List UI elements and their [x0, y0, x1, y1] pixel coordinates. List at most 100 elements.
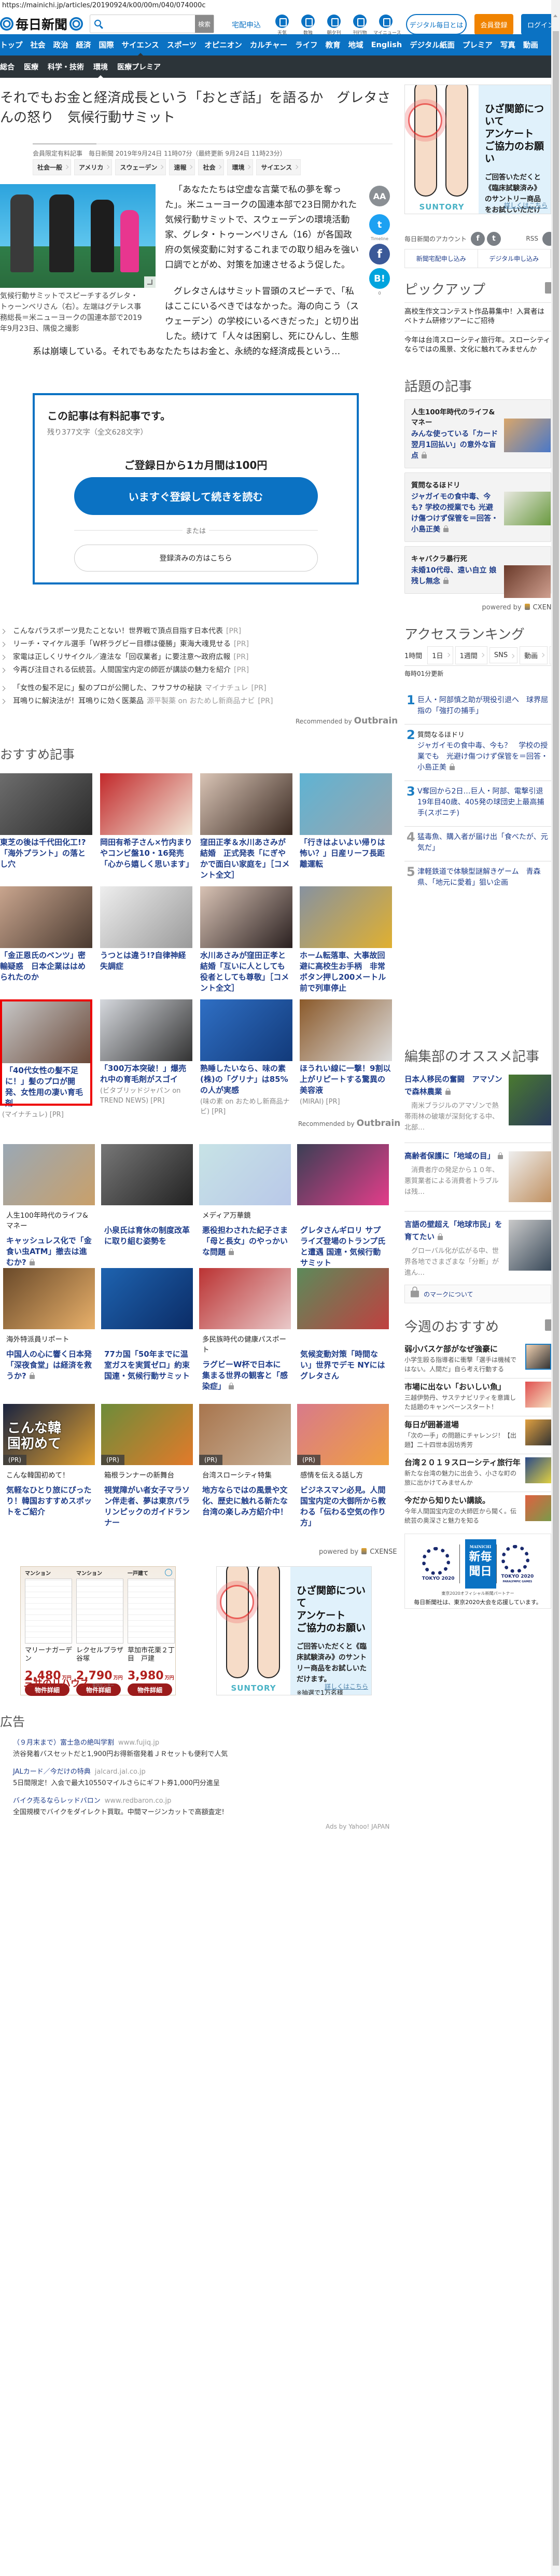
article-thumbnail[interactable]	[200, 999, 292, 1061]
digital-subscribe-button[interactable]: デジタル申し込み	[478, 249, 551, 268]
article-photo[interactable]	[0, 184, 156, 288]
weekly-item[interactable]: 今だから知りたい講談。 今年人間国宝内定の大師匠から聞く。伝統芸の奥深さと魅力を知…	[404, 1492, 551, 1529]
article-thumbnail[interactable]	[3, 1144, 95, 1205]
article-thumbnail[interactable]	[100, 999, 192, 1061]
text-ad[interactable]: （９月末まで）富士急の絶叫学割 www.fujiq.jp 渋谷発着バスセットだと1,…	[13, 1737, 228, 1760]
ranking-item[interactable]: 5 津軽鉄道で体験型謎解きゲーム 青森県、「地元に愛着」狙い企画	[404, 861, 551, 896]
ad-info-icon[interactable]	[165, 1569, 172, 1576]
twitter-share-button[interactable]: t	[369, 214, 390, 235]
mainichi-pick-card[interactable]: 人生100年時代のライフ&マネー キャッシュレス化で「金食い虫ATM」撤去は進むか…	[3, 1144, 95, 1268]
weekly-thumbnail[interactable]	[525, 1495, 551, 1521]
tag-link[interactable]: 社会一般	[33, 159, 72, 175]
article-thumbnail[interactable]	[0, 773, 92, 835]
nav-item[interactable]: サイエンス	[122, 39, 159, 55]
nav-item[interactable]: 政治	[53, 39, 68, 50]
article-thumbnail[interactable]	[200, 886, 292, 948]
editors-pick-item[interactable]: 日本人移民の奮闘 アマゾンで森林農業 南米ブラジルのアマゾンで熱帯雨林の破壊が深刻…	[404, 1074, 551, 1143]
nav-item[interactable]: トップ	[0, 39, 23, 50]
mainichi-pick-card[interactable]: こんな韓国初めて (PR) こんな韓国初めて！ 気軽なひとり旅にぴったり！韓国おすすめ…	[3, 1404, 95, 1517]
article-thumbnail[interactable]	[101, 1144, 193, 1205]
article-thumbnail[interactable]: (PR)	[101, 1404, 193, 1465]
rss-label[interactable]: RSS	[526, 235, 538, 242]
outbrain-credit[interactable]: Recommended by Outbrain	[296, 716, 398, 726]
expand-icon[interactable]	[144, 276, 156, 288]
article-thumbnail[interactable]	[2, 1001, 90, 1063]
search-button[interactable]: 検索	[195, 15, 214, 33]
pickup-item[interactable]: 高校生作文コンテスト作品募集中！入賞者はベトナム研修ツアーにご招待	[404, 302, 551, 331]
sponsored-card[interactable]: 「40代女性の髪不足に！」髪のプロが開発、女性用の凄い育毛剤 (マイナチュレ) […	[0, 999, 92, 1122]
tag-link[interactable]: 社会	[198, 159, 225, 175]
outbrain-link[interactable]: 家電は正しくリサイクル／違法な「回収業者」に要注意～政府広報 [PR]	[0, 651, 394, 664]
nav-item[interactable]: ライフ	[295, 39, 318, 50]
nav-item[interactable]: スポーツ	[167, 39, 197, 50]
subnav-item[interactable]: 環境	[93, 62, 108, 79]
recommended-card[interactable]: 東芝の後は千代田化工!?「海外プラント」の落とし穴	[0, 773, 92, 870]
recommended-card[interactable]: 窪田正孝＆水川あさみが結婚 正式発表「にぎやかで面白い家庭を」［コメント全文］	[200, 773, 292, 881]
article-thumbnail[interactable]: こんな韓国初めて (PR)	[3, 1404, 95, 1465]
nav-item[interactable]: 地域	[348, 39, 363, 50]
ranking-tab[interactable]: 1日	[427, 646, 453, 664]
weekly-thumbnail[interactable]	[525, 1344, 551, 1370]
weekly-thumbnail[interactable]	[525, 1382, 551, 1408]
article-thumbnail[interactable]	[300, 999, 392, 1061]
ranking-tab[interactable]: 動画	[520, 646, 548, 664]
nav-item[interactable]: 動画	[523, 39, 538, 50]
topic-thumbnail[interactable]	[504, 419, 551, 452]
ranking-item[interactable]: 3 V奪回から2日…巨人・阿部、電撃引退 19年目40歳、405発の球団史上最高捕…	[404, 781, 551, 827]
header-icon-2[interactable]: 朝夕刊	[321, 15, 346, 36]
subnav-item[interactable]: 科学・技術	[48, 62, 84, 72]
ranking-item[interactable]: 2 質問なるほドリ ジャガイモの食中毒、今も？ 学校の授業でも 光避け傷つけず保管を…	[404, 725, 551, 781]
topic-card[interactable]: 質問なるほドリ ジャガイモの食中毒、今も? 学校の授業でも 光避け傷つけず保管を＝…	[404, 472, 551, 542]
ad-details-link[interactable]: 詳しくはこちら	[504, 201, 548, 210]
text-ad[interactable]: バイク売るならレッドバロン www.redbaron.co.jp 全国規模でバイクを…	[13, 1795, 228, 1818]
article-thumbnail[interactable]	[297, 1144, 389, 1205]
weekly-thumbnail[interactable]	[525, 1419, 551, 1445]
editors-pick-item[interactable]: 高齢者保護に「地域の目」 消費者庁の発足から１０年、悪質業者による消費者トラブルは…	[404, 1150, 551, 1212]
nav-item[interactable]: 経済	[76, 39, 91, 50]
mainichi-pick-card[interactable]: (PR) 感情を伝える話し方 ビジネスマン必見。人間国宝内定の大御所から教わる「伝わ…	[297, 1404, 389, 1528]
nav-item[interactable]: 社会	[31, 39, 46, 50]
register-button[interactable]: 会員登録	[474, 14, 513, 35]
tag-link[interactable]: サイエンス	[256, 159, 301, 175]
article-thumbnail[interactable]: (PR)	[297, 1404, 389, 1465]
nav-item[interactable]: 写真	[500, 39, 515, 50]
outbrain-link[interactable]: リーチ・マイケル選手「W杯ラグビー目標は優勝」東海大魂見せる [PR]	[0, 638, 394, 651]
nav-item[interactable]: プレミア	[463, 39, 493, 50]
twitter-icon[interactable]: t	[487, 231, 501, 246]
article-thumbnail[interactable]	[297, 1268, 389, 1329]
lock-mark-info[interactable]: のマークについて	[404, 1285, 551, 1303]
mainichi-pick-card[interactable]: 77カ国「50年までに温室ガスを実質ゼロ」約束 国連・気候行動サミット	[101, 1268, 193, 1382]
ad-title-text[interactable]: （９月末まで）富士急の絶叫学割	[13, 1739, 114, 1747]
outbrain-link[interactable]: こんなパラスポーツ見たことない！世界戦で頂点目指す日本代表 [PR]	[0, 625, 394, 638]
recommended-card[interactable]: 水川あさみが窪田正孝と結婚「互いに人としても役者としても尊敬」［コメント全文］	[200, 886, 292, 994]
nav-item[interactable]: デジタル紙面	[410, 39, 455, 50]
article-thumbnail[interactable]	[199, 1144, 291, 1205]
recommended-card[interactable]: 「行きはよいよい帰りは怖い？」日産リーフ長距離運転	[300, 773, 392, 870]
article-thumbnail[interactable]	[101, 1268, 193, 1329]
editors-pick-thumbnail[interactable]	[509, 1075, 551, 1125]
ranking-item[interactable]: 4 猛毒魚、購入者が届け出「食べたが、元気だ」	[404, 827, 551, 861]
nav-item[interactable]: English	[371, 41, 402, 49]
sponsored-card[interactable]: ほうれい線に一撃！9割以上がリピートする驚異の美容液 (MIRAI) [PR]	[300, 999, 392, 1107]
article-thumbnail[interactable]	[100, 886, 192, 948]
tag-link[interactable]: スウェーデン	[115, 159, 166, 175]
weekly-item[interactable]: 市場に出ない「おいしい魚」 三越伊勢丹、サステナビリティを意識した話題のキャンペー…	[404, 1378, 551, 1416]
mainichi-pick-card[interactable]: 小泉氏は育休の制度改革に取り組む姿勢を	[101, 1144, 193, 1247]
mainichi-pick-card[interactable]: 気候変動対策「時間ない」世界でデモ NYにはグレタさん	[297, 1268, 389, 1382]
scrollbar[interactable]	[551, 0, 560, 2576]
recommended-card[interactable]: 「金正恩氏のベンツ」密輸疑惑 日本企業ははめられたのか	[0, 886, 92, 983]
property-detail-button[interactable]: 物件詳細	[128, 1683, 172, 1696]
article-thumbnail[interactable]: (PR)	[199, 1404, 291, 1465]
property-listing[interactable]: マンション マリーナガーデン 2,480 万円 物件詳細	[23, 1567, 74, 1696]
topic-card[interactable]: 人生100年時代のライフ&マネー みんな使っている「カード翌月1回払い」の意外な盲…	[404, 399, 551, 468]
article-thumbnail[interactable]	[0, 886, 92, 948]
mainichi-pick-card[interactable]: (PR) 台湾スローシティ特集 地方ならではの風景や文化、歴史に触れる新たな台湾の楽…	[199, 1404, 291, 1517]
mainichi-pick-card[interactable]: (PR) 箱根ランナーの新舞台 視覚障がい者女子マラソン伴走者、夢は東京パラリンピッ…	[101, 1404, 193, 1528]
nav-item[interactable]: カルチャー	[250, 39, 287, 50]
topic-thumbnail[interactable]	[504, 492, 551, 525]
article-thumbnail[interactable]	[300, 773, 392, 835]
nav-item[interactable]: 国際	[99, 39, 114, 50]
recommended-card[interactable]: うつとは違う!?自律神経失調症	[100, 886, 192, 972]
recommended-card[interactable]: 岡田有希子さん×竹内まりやコンビ盤10・16発売「心から嬉しく思います」	[100, 773, 193, 870]
yahoo-ads-credit[interactable]: Ads by Yahoo! JAPAN	[326, 1823, 389, 1830]
